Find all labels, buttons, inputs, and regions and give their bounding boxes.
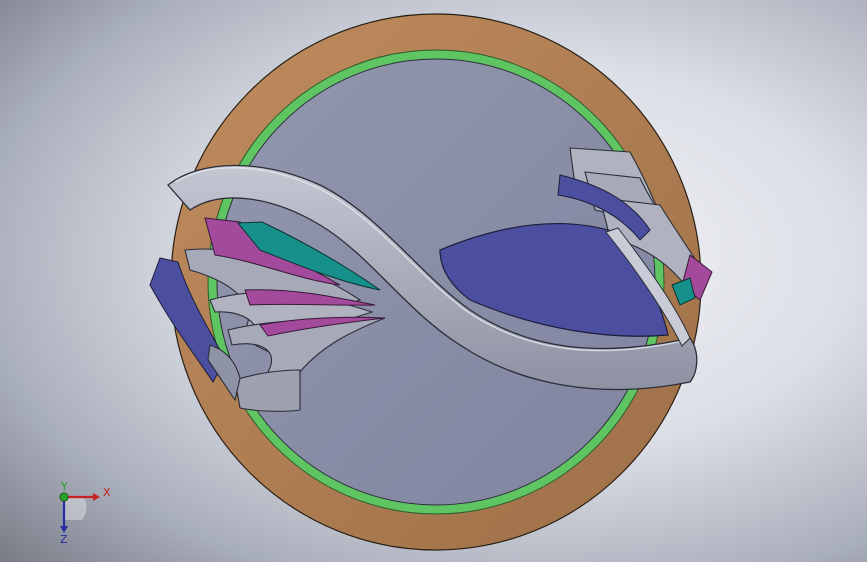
y-axis-dot bbox=[59, 492, 69, 502]
y-axis-label: Y bbox=[60, 480, 68, 493]
z-axis-arrow bbox=[60, 526, 68, 533]
x-axis-arrow bbox=[93, 493, 100, 501]
3d-model-view[interactable] bbox=[0, 0, 867, 562]
reference-triad[interactable]: X Y Z bbox=[42, 480, 122, 550]
graphics-viewport[interactable]: X Y Z bbox=[0, 0, 867, 562]
x-axis-label: X bbox=[103, 486, 111, 499]
z-axis-label: Z bbox=[60, 533, 68, 546]
